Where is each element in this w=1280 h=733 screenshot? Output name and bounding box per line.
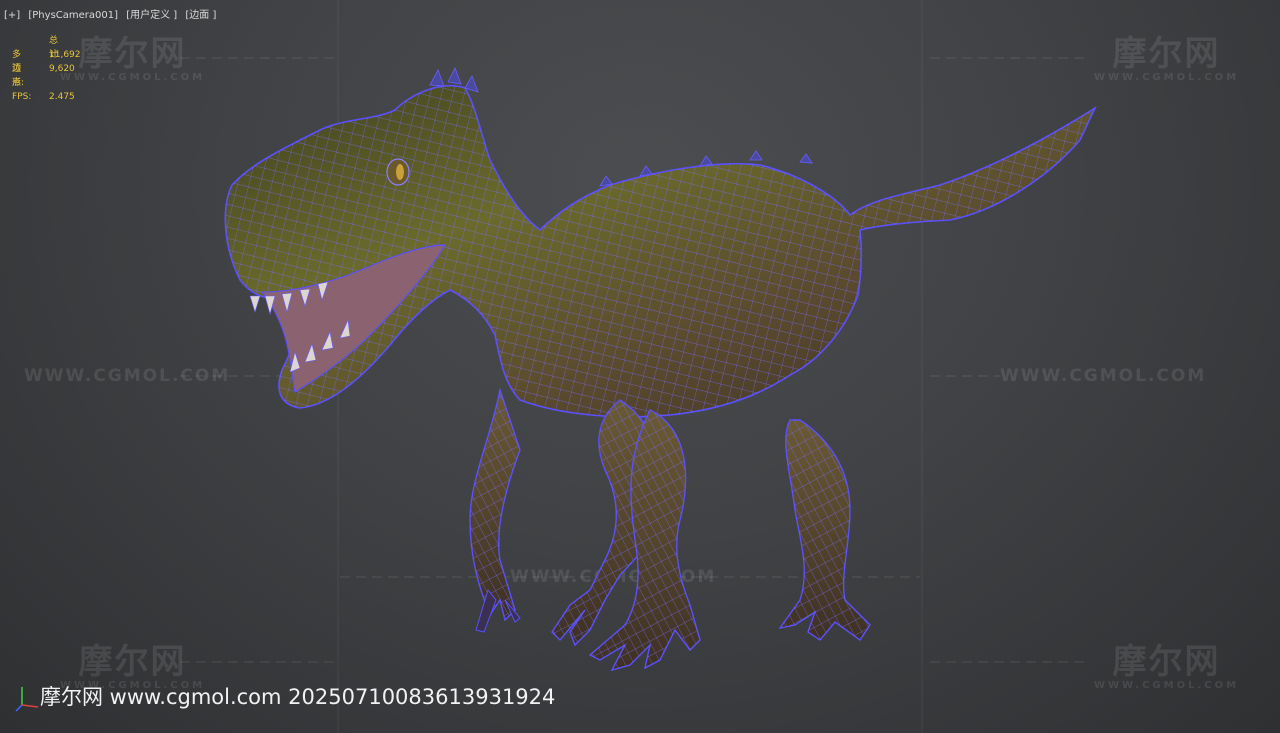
dinosaur-model[interactable] <box>0 0 1280 733</box>
viewport-camera-label[interactable]: [PhysCamera001] <box>28 10 118 21</box>
stats-vertices-label: 顶点: <box>12 64 25 88</box>
viewport-shading-label[interactable]: [用户定义 ] <box>126 10 177 21</box>
viewport[interactable]: 摩尔网 WWW.CGMOL.COM 摩尔网 WWW.CGMOL.COM 摩尔网 … <box>0 0 1280 733</box>
stats-polygons-value: 11,692 <box>49 50 81 60</box>
viewport-label[interactable]: [+] [PhysCamera001] [用户定义 ] [边面 ] <box>4 6 221 21</box>
viewport-display-label[interactable]: [边面 ] <box>185 10 216 21</box>
watermark-bottom-text: 摩尔网 www.cgmol.com 20250710083613931924 <box>40 685 556 709</box>
stats-vertices-value: 9,620 <box>49 64 75 74</box>
stats-fps-label: FPS: <box>12 92 32 102</box>
stats-fps-value: 2.475 <box>49 92 75 102</box>
viewport-menu-plus[interactable]: [+] <box>4 10 20 21</box>
